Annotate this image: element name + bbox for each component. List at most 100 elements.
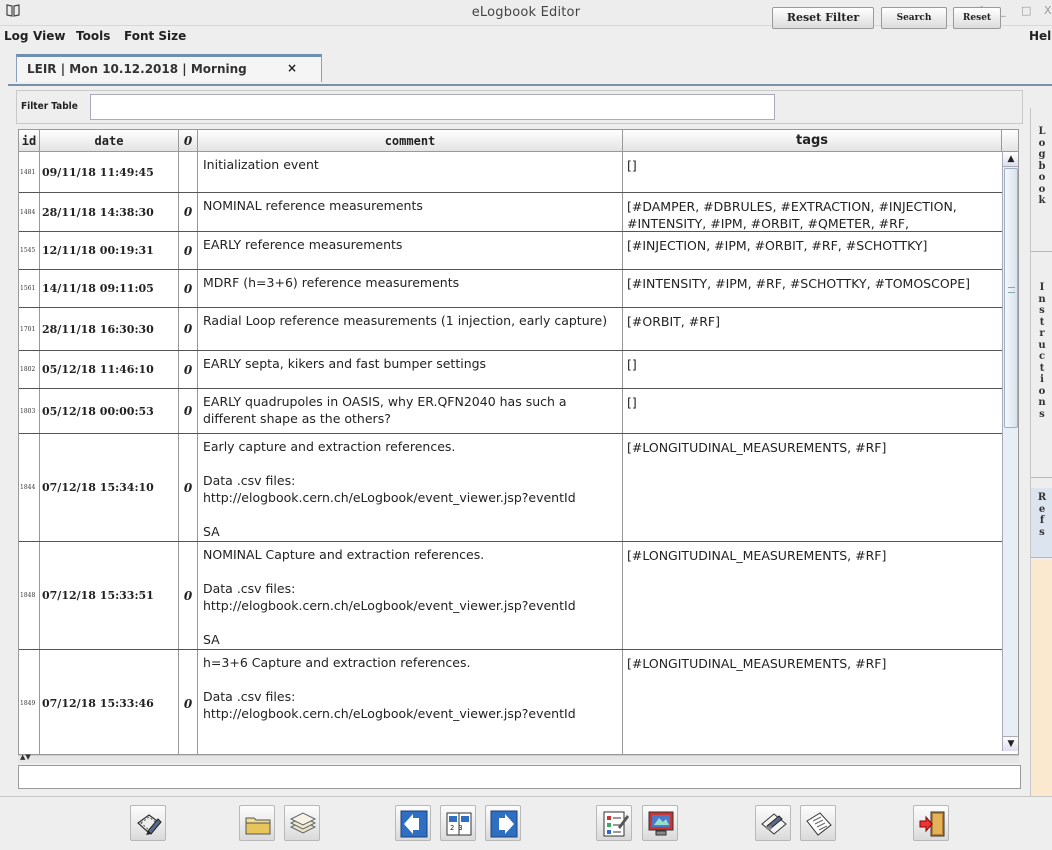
open-folder-icon	[245, 817, 271, 835]
stack-button[interactable]	[284, 805, 320, 841]
side-note-area	[1031, 560, 1052, 796]
row-comment: Initialization event	[198, 152, 623, 192]
menu-help[interactable]: Help	[1029, 29, 1052, 43]
search-button[interactable]: Search	[881, 7, 947, 29]
side-tab-letter: b	[1038, 160, 1046, 172]
row-id: 1803	[19, 389, 40, 433]
side-tab-letter: R	[1037, 492, 1047, 503]
side-tab-letter: n	[1038, 397, 1046, 408]
exit-button[interactable]	[913, 805, 949, 841]
header-date[interactable]: date	[40, 130, 179, 152]
table-row[interactable]: 1849 07/12/18 15:33:46 0 h=3+6 Capture and …	[19, 650, 1002, 754]
sign-icon	[761, 813, 787, 835]
row-attachment-icon: 0	[179, 232, 198, 269]
calendar-icon: 2 3	[446, 812, 472, 836]
row-comment: Early capture and extraction references.…	[198, 434, 623, 541]
row-attachment-icon: 0	[179, 389, 198, 433]
stack-icon	[289, 812, 317, 834]
menu-font-size[interactable]: Font Size	[124, 29, 186, 43]
side-tab-instructions[interactable]: InstructionsInstructions	[1031, 278, 1052, 478]
header-attachment[interactable]: 0	[179, 130, 198, 152]
row-comment: Radial Loop reference measurements (1 in…	[198, 308, 623, 350]
document-tab-row: LEIR | Mon 10.12.2018 | Morning ×	[0, 48, 1052, 84]
reset-filter-button[interactable]: Reset Filter	[772, 7, 874, 29]
menu-view[interactable]: View	[33, 29, 65, 43]
side-tab-letter: c	[1038, 351, 1046, 362]
side-tab-letter: s	[1039, 408, 1045, 420]
close-window-icon[interactable]: X	[1044, 4, 1052, 17]
filter-input[interactable]	[90, 94, 775, 120]
sign-button[interactable]	[755, 805, 791, 841]
previous-button[interactable]	[395, 805, 431, 841]
table-row[interactable]: 1848 07/12/18 15:33:51 0 NOMINAL Capture an…	[19, 542, 1002, 650]
row-tags: [#ORBIT, #RF]	[627, 314, 720, 329]
table-row[interactable]: 1545 12/11/18 00:19:31 0 EARLY reference me…	[19, 232, 1002, 270]
side-tab-letter: s	[1039, 526, 1045, 538]
split-arrows-icon[interactable]: ▲▼	[20, 753, 31, 761]
document-tab-label: LEIR | Mon 10.12.2018 | Morning	[27, 62, 247, 76]
side-tab-letter: o	[1038, 172, 1046, 183]
table-row[interactable]: 1802 05/12/18 11:46:10 0 EARLY septa, kiker…	[19, 351, 1002, 389]
edit-event-icon	[137, 814, 162, 835]
side-tab-refs[interactable]: RefsRefs	[1031, 488, 1052, 558]
side-tab-letter: k	[1038, 195, 1046, 206]
edit-event-button[interactable]	[130, 805, 166, 841]
reset-button[interactable]: Reset	[953, 7, 1001, 29]
row-attachment-icon: 0	[179, 650, 198, 754]
scroll-down-icon[interactable]: ▼	[1003, 736, 1018, 751]
row-attachment-icon: 0	[179, 434, 198, 541]
side-tab-letter: g	[1038, 149, 1046, 160]
row-date: 28/11/18 16:30:30	[40, 308, 179, 350]
table-row[interactable]: 1561 14/11/18 09:11:05 0 MDRF (h=3+6) refer…	[19, 270, 1002, 308]
close-tab-icon[interactable]: ×	[287, 61, 297, 75]
row-tags: []	[627, 158, 637, 173]
monitor-icon	[648, 811, 674, 836]
row-id: 1481	[19, 152, 40, 192]
side-tab-letter: s	[1039, 305, 1045, 316]
notes-button[interactable]	[800, 805, 836, 841]
open-folder-button[interactable]	[239, 805, 275, 841]
split-divider[interactable]: ▲▼	[18, 753, 1019, 763]
scroll-up-icon[interactable]: ▲	[1003, 152, 1018, 167]
table-row[interactable]: 1484 28/11/18 14:38:30 0 NOMINAL reference …	[19, 193, 1002, 232]
row-date: 09/11/18 11:49:45	[40, 152, 179, 192]
row-tags: [#LONGITUDINAL_MEASUREMENTS, #RF]	[627, 548, 887, 563]
checklist-button[interactable]	[596, 805, 632, 841]
side-tab-letter: o	[1038, 183, 1046, 195]
row-id: 1701	[19, 308, 40, 350]
row-attachment-icon: 0	[179, 542, 198, 649]
row-attachment-icon: 0	[179, 308, 198, 350]
table-row[interactable]: 1701 28/11/18 16:30:30 0 Radial Loop refere…	[19, 308, 1002, 351]
table-row[interactable]: 1844 07/12/18 15:34:10 0 Early capture and …	[19, 434, 1002, 542]
document-tab[interactable]: LEIR | Mon 10.12.2018 | Morning ×	[16, 54, 322, 82]
scrollbar-thumb[interactable]	[1004, 168, 1018, 428]
exit-icon	[919, 811, 945, 837]
row-id: 1802	[19, 351, 40, 388]
table-header: id date 0 comment tags	[19, 130, 1018, 152]
menu-tools[interactable]: Tools	[76, 29, 110, 43]
side-tab-logbook[interactable]: LogbookLogbook	[1031, 122, 1052, 252]
row-tags: [#INJECTION, #IPM, #ORBIT, #RF, #SCHOTTK…	[627, 238, 928, 253]
notes-icon	[806, 812, 832, 836]
menu-log[interactable]: Log	[4, 29, 28, 43]
header-tags[interactable]: tags	[623, 130, 1002, 152]
vertical-scrollbar[interactable]: ▲ ▼	[1002, 152, 1018, 751]
calendar-button[interactable]: 2 3	[440, 805, 476, 841]
table-row[interactable]: 1803 05/12/18 00:00:53 0 EARLY quadrupoles …	[19, 389, 1002, 434]
side-tab-letter: t	[1039, 316, 1045, 328]
row-comment: EARLY quadrupoles in OASIS, why ER.QFN20…	[198, 389, 623, 433]
side-tab-letter: r	[1039, 328, 1045, 339]
monitor-button[interactable]	[642, 805, 678, 841]
row-attachment-icon: 0	[179, 193, 198, 231]
header-comment[interactable]: comment	[198, 130, 623, 152]
bottom-toolbar: 2 3	[0, 796, 1052, 850]
maximize-icon[interactable]: □	[1021, 4, 1031, 17]
next-button[interactable]	[485, 805, 521, 841]
row-tags: [#INTENSITY, #IPM, #RF, #SCHOTTKY, #TOMO…	[627, 276, 970, 291]
header-id[interactable]: id	[19, 130, 40, 152]
side-tab-letter: f	[1039, 515, 1045, 526]
table-row[interactable]: 1481 09/11/18 11:49:45 Initialization even…	[19, 152, 1002, 193]
row-date: 07/12/18 15:33:46	[40, 650, 179, 754]
row-comment: EARLY septa, kikers and fast bumper sett…	[198, 351, 623, 388]
detail-field[interactable]	[18, 765, 1021, 789]
